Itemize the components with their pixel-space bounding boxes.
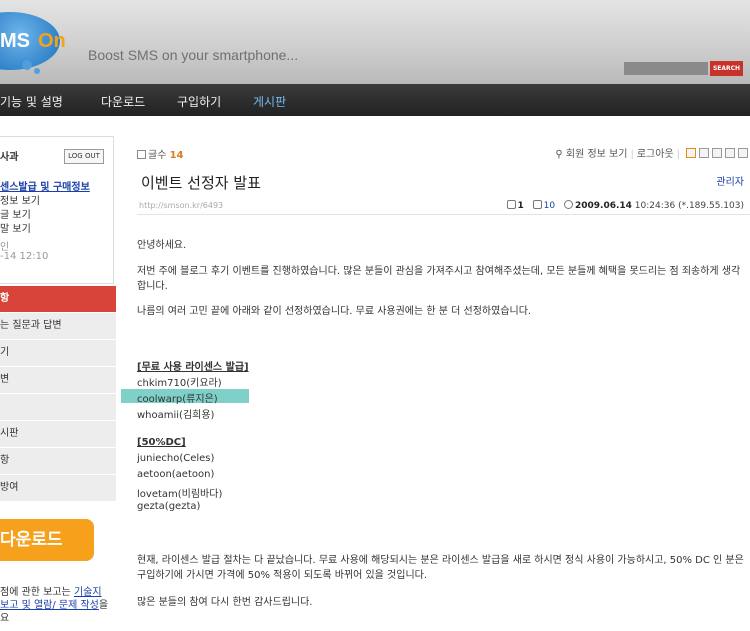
winner-entry: chkim710(키요라) bbox=[137, 378, 222, 389]
post-count: 글수 14 bbox=[137, 146, 184, 161]
top-links: ⚲ 회원 정보 보기 | 로그아웃 | bbox=[555, 145, 748, 160]
nav-item-download[interactable]: 다운로드 bbox=[101, 93, 145, 110]
link-separator: | bbox=[630, 149, 634, 160]
last-login-time: -14 12:10 bbox=[0, 251, 49, 262]
logout-button[interactable]: LOG OUT bbox=[64, 149, 104, 164]
winner-entry: juniecho(Celes) bbox=[137, 453, 215, 464]
tech-support-link[interactable]: 기술지 bbox=[74, 587, 102, 598]
side-menu-item[interactable]: 방여 bbox=[0, 475, 116, 501]
webzine-view-icon[interactable] bbox=[712, 148, 722, 158]
side-menu: 항 는 질문과 답변 기 변 시판 항 방여 bbox=[0, 286, 116, 502]
views-icon bbox=[532, 200, 542, 209]
post-view: 글수 14 ⚲ 회원 정보 보기 | 로그아웃 | 이벤트 선정자 발표 관리자 ht… bbox=[137, 116, 750, 631]
section-title: [50%DC] bbox=[137, 437, 186, 448]
clock-icon bbox=[563, 200, 573, 209]
body-paragraph: 저번 주에 블로그 후기 이벤트를 진행하였습니다. 많은 분들이 관심을 가져… bbox=[137, 266, 741, 292]
report-link[interactable]: 보고 및 열람/ 문제 작성 bbox=[0, 600, 99, 611]
view-posts-link[interactable]: 글 보기 bbox=[0, 206, 31, 221]
side-menu-item[interactable]: 는 질문과 답변 bbox=[0, 313, 116, 339]
greeting: 안녕하세요. bbox=[137, 240, 187, 251]
section-title: [무료 사용 라이센스 발급] bbox=[137, 362, 249, 373]
post-url[interactable]: http://smson.kr/6493 bbox=[139, 201, 223, 210]
post-meta: 1 10 2009.06.14 10:24:36 (*.189.55.103) bbox=[501, 200, 744, 211]
side-menu-item[interactable]: 항 bbox=[0, 286, 116, 312]
winner-entry: whoamii(김희용) bbox=[137, 410, 215, 421]
view-comments-link[interactable]: 말 보기 bbox=[0, 220, 31, 235]
logout-link[interactable]: 로그아웃 bbox=[637, 149, 674, 160]
gallery-view-icon[interactable] bbox=[725, 148, 735, 158]
side-menu-item[interactable] bbox=[0, 394, 116, 420]
nav-item-purchase[interactable]: 구입하기 bbox=[177, 93, 221, 110]
license-info-link[interactable]: 센스발급 및 구매정보 bbox=[0, 178, 90, 193]
download-button[interactable]: 다운로드 bbox=[0, 519, 94, 561]
body-paragraph: 나름의 여러 고민 끝에 아래와 같이 선정하였습니다. 무료 사용권에는 한 … bbox=[137, 306, 532, 317]
thanks-paragraph: 많은 분들의 참여 다시 한번 감사드립니다. bbox=[137, 597, 313, 608]
footer-text: 점에 관한 보고는 bbox=[0, 587, 74, 598]
sidebar-footer: 점에 관한 보고는 기술지 보고 및 열람/ 문제 작성을 요 bbox=[0, 586, 118, 625]
search-button[interactable]: SEARCH bbox=[710, 61, 743, 76]
winner-entry: lovetam(비림바다) bbox=[137, 489, 223, 500]
user-name: 사과 bbox=[0, 152, 19, 163]
post-count-label: 글수 bbox=[148, 150, 167, 161]
main-nav: 기능 및 설명 다운로드 구입하기 게시판 bbox=[0, 84, 750, 116]
rss-icon[interactable] bbox=[686, 148, 696, 158]
post-date: 2009.06.14 bbox=[574, 201, 632, 211]
member-info-link[interactable]: 회원 정보 보기 bbox=[566, 149, 628, 160]
nav-item-board[interactable]: 게시판 bbox=[253, 93, 286, 110]
footer-text: 요 bbox=[0, 613, 10, 624]
nav-item-features[interactable]: 기능 및 설명 bbox=[0, 93, 63, 110]
side-menu-item[interactable]: 시판 bbox=[0, 421, 116, 447]
site-header: MS On Boost SMS on your smartphone... SE… bbox=[0, 0, 750, 84]
comment-icon bbox=[506, 200, 516, 209]
grid-view-icon[interactable] bbox=[738, 148, 748, 158]
author-name[interactable]: 관리자 bbox=[716, 173, 744, 188]
logo-text-on[interactable]: On bbox=[38, 30, 66, 53]
view-count: 10 bbox=[543, 201, 556, 211]
post-title: 이벤트 선정자 발표 bbox=[141, 174, 261, 192]
user-icon: ⚲ bbox=[555, 149, 563, 160]
view-info-link[interactable]: 정보 보기 bbox=[0, 192, 40, 207]
divider bbox=[137, 214, 750, 215]
comment-count: 1 bbox=[517, 201, 524, 211]
side-menu-item[interactable]: 기 bbox=[0, 340, 116, 366]
list-view-icon[interactable] bbox=[699, 148, 709, 158]
tagline: Boost SMS on your smartphone... bbox=[88, 47, 299, 63]
winner-entry: gezta(gezta) bbox=[137, 501, 201, 512]
doc-icon bbox=[137, 150, 146, 159]
side-menu-item[interactable]: 항 bbox=[0, 448, 116, 474]
search-input[interactable] bbox=[624, 62, 708, 75]
link-separator: | bbox=[676, 149, 680, 160]
closing-paragraph: 현재, 라이센스 발급 절차는 다 끝났습니다. 무료 사용에 해당되시는 분은… bbox=[137, 555, 744, 581]
winner-entry: coolwarp(류지은) bbox=[137, 394, 218, 405]
winner-entry: aetoon(aetoon) bbox=[137, 469, 215, 480]
logo-dot-icon bbox=[34, 68, 40, 74]
post-time: 10:24:36 (*.189.55.103) bbox=[634, 201, 744, 211]
post-count-value: 14 bbox=[169, 150, 184, 161]
side-menu-item[interactable]: 변 bbox=[0, 367, 116, 393]
logo-text[interactable]: MS bbox=[0, 30, 30, 53]
sidebar: 사과 LOG OUT 센스발급 및 구매정보 정보 보기 글 보기 말 보기 인… bbox=[0, 116, 118, 631]
logo-dot-icon bbox=[22, 60, 32, 70]
footer-text: 을 bbox=[98, 600, 109, 611]
